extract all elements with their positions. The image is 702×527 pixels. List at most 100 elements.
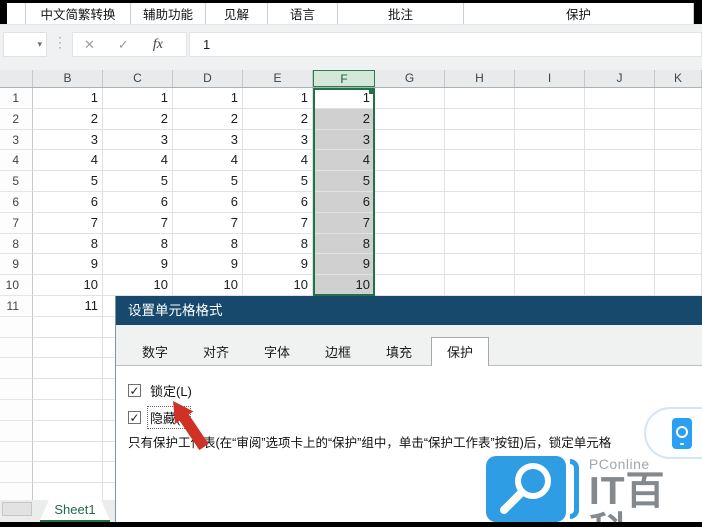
cell-B20[interactable]: [33, 483, 103, 500]
row-header-14[interactable]: [0, 358, 33, 380]
cell-G1[interactable]: [375, 88, 445, 109]
cell-D9[interactable]: 9: [173, 254, 243, 276]
row-header-2[interactable]: 2: [0, 108, 33, 130]
cell-B8[interactable]: 8: [33, 233, 103, 255]
cell-D4[interactable]: 4: [173, 150, 243, 172]
cell-H9[interactable]: [445, 254, 515, 276]
cell-F6[interactable]: 6: [313, 191, 375, 213]
cell-G3[interactable]: [375, 129, 445, 151]
dialog-tab-2[interactable]: 对齐: [187, 340, 245, 365]
column-header-F[interactable]: F: [313, 70, 375, 87]
cell-E10[interactable]: 10: [243, 275, 313, 296]
dialog-title-bar[interactable]: 设置单元格格式: [116, 296, 702, 325]
cell-B19[interactable]: [33, 462, 103, 484]
cell-E4[interactable]: 4: [243, 150, 313, 172]
column-header-K[interactable]: K: [655, 70, 702, 87]
cell-J6[interactable]: [585, 191, 655, 213]
cell-C8[interactable]: 8: [103, 233, 173, 255]
cell-K4[interactable]: [655, 150, 702, 172]
cell-B9[interactable]: 9: [33, 254, 103, 276]
cell-G4[interactable]: [375, 150, 445, 172]
cell-D2[interactable]: 2: [173, 108, 243, 130]
cell-B16[interactable]: [33, 399, 103, 421]
cell-H6[interactable]: [445, 191, 515, 213]
cell-K8[interactable]: [655, 233, 702, 255]
cell-E1[interactable]: 1: [243, 88, 313, 109]
dialog-tab-3[interactable]: 字体: [248, 340, 306, 365]
cell-D1[interactable]: 1: [173, 88, 243, 109]
cell-I7[interactable]: [515, 212, 585, 234]
cell-H5[interactable]: [445, 171, 515, 192]
cell-E9[interactable]: 9: [243, 254, 313, 276]
row-header-15[interactable]: [0, 379, 33, 400]
dialog-tab-5[interactable]: 填充: [370, 340, 428, 365]
cell-G5[interactable]: [375, 171, 445, 192]
cell-H4[interactable]: [445, 150, 515, 172]
cell-D7[interactable]: 7: [173, 212, 243, 234]
cell-C4[interactable]: 4: [103, 150, 173, 172]
cell-K5[interactable]: [655, 171, 702, 192]
cell-I10[interactable]: [515, 275, 585, 296]
floating-widget-bubble[interactable]: [644, 407, 702, 459]
cell-F4[interactable]: 4: [313, 150, 375, 172]
cell-G2[interactable]: [375, 108, 445, 130]
enter-icon[interactable]: ✓: [118, 37, 129, 53]
cancel-icon[interactable]: ✕: [84, 37, 95, 53]
row-header-6[interactable]: 6: [0, 191, 33, 213]
cell-C5[interactable]: 5: [103, 171, 173, 192]
cell-F2[interactable]: 2: [313, 108, 375, 130]
cell-I1[interactable]: [515, 88, 585, 109]
name-box[interactable]: ▾: [3, 32, 47, 57]
row-header-13[interactable]: [0, 337, 33, 359]
sheet-tab-sheet1[interactable]: Sheet1: [40, 500, 110, 520]
cell-B7[interactable]: 7: [33, 212, 103, 234]
cell-B14[interactable]: [33, 358, 103, 380]
row-header-3[interactable]: 3: [0, 129, 33, 151]
cell-C7[interactable]: 7: [103, 212, 173, 234]
cell-I8[interactable]: [515, 233, 585, 255]
cell-I9[interactable]: [515, 254, 585, 276]
column-header-E[interactable]: E: [243, 70, 313, 87]
locked-checkbox[interactable]: ✓: [128, 384, 141, 397]
cell-K1[interactable]: [655, 88, 702, 109]
cell-C9[interactable]: 9: [103, 254, 173, 276]
cell-H3[interactable]: [445, 129, 515, 151]
row-header-11[interactable]: 11: [0, 295, 33, 317]
cell-E7[interactable]: 7: [243, 212, 313, 234]
cell-C10[interactable]: 10: [103, 275, 173, 296]
cell-F9[interactable]: 9: [313, 254, 375, 276]
cell-B6[interactable]: 6: [33, 191, 103, 213]
row-header-20[interactable]: [0, 483, 33, 500]
cell-E6[interactable]: 6: [243, 191, 313, 213]
cell-C1[interactable]: 1: [103, 88, 173, 109]
cell-J3[interactable]: [585, 129, 655, 151]
cell-B17[interactable]: [33, 420, 103, 442]
cell-B11[interactable]: 11: [33, 295, 103, 317]
cell-I2[interactable]: [515, 108, 585, 130]
cell-B15[interactable]: [33, 379, 103, 400]
formula-bar-splitter-icon[interactable]: ⋮: [53, 35, 67, 49]
row-header-12[interactable]: [0, 316, 33, 338]
cell-H7[interactable]: [445, 212, 515, 234]
column-header-C[interactable]: C: [103, 70, 173, 87]
cell-K6[interactable]: [655, 191, 702, 213]
cell-B18[interactable]: [33, 441, 103, 463]
dialog-tab-1[interactable]: 数字: [126, 340, 184, 365]
cell-J1[interactable]: [585, 88, 655, 109]
cell-F1[interactable]: 1: [313, 88, 375, 109]
dialog-tab-6[interactable]: 保护: [431, 337, 489, 366]
column-header-G[interactable]: G: [375, 70, 445, 87]
cell-B1[interactable]: 1: [33, 88, 103, 109]
cell-J5[interactable]: [585, 171, 655, 192]
sheet-nav-box[interactable]: [2, 502, 32, 516]
cell-F10[interactable]: 10: [313, 275, 375, 296]
cell-B2[interactable]: 2: [33, 108, 103, 130]
cell-B10[interactable]: 10: [33, 275, 103, 296]
cell-C2[interactable]: 2: [103, 108, 173, 130]
cell-H10[interactable]: [445, 275, 515, 296]
cell-F5[interactable]: 5: [313, 171, 375, 192]
insert-function-icon[interactable]: fx: [153, 37, 163, 53]
row-header-1[interactable]: 1: [0, 88, 33, 109]
cell-K7[interactable]: [655, 212, 702, 234]
cell-D6[interactable]: 6: [173, 191, 243, 213]
